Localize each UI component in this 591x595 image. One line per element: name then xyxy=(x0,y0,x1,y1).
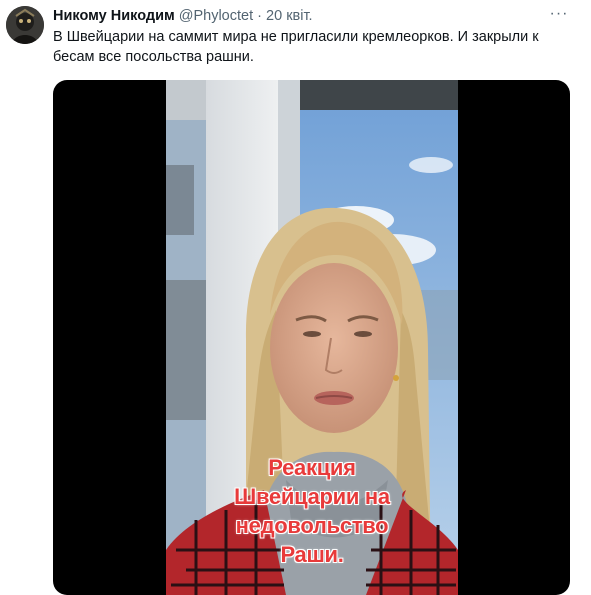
tweet-text: В Швейцарии на саммит мира не пригласили… xyxy=(53,29,539,65)
tweet-header: Никому Никодим @Phyloctet · 20 квіт. xyxy=(53,6,313,26)
separator-dot: · xyxy=(257,8,262,24)
video-player[interactable]: Реакция Швейцарии на недовольство Раши. xyxy=(53,80,570,595)
author-name[interactable]: Никому Никодим xyxy=(53,8,175,24)
video-frame[interactable]: Реакция Швейцарии на недовольство Раши. xyxy=(166,80,458,595)
more-horizontal-icon[interactable]: ··· xyxy=(546,4,572,24)
caption-line: Реакция xyxy=(268,455,356,480)
tweet[interactable]: Никому Никодим @Phyloctet · 20 квіт. ···… xyxy=(0,0,591,595)
author-handle[interactable]: @Phyloctet xyxy=(179,8,253,24)
avatar[interactable] xyxy=(6,6,44,44)
tweet-date[interactable]: 20 квіт. xyxy=(266,8,313,24)
caption-line: недовольство xyxy=(235,513,389,538)
caption-line: Швейцарии на xyxy=(234,484,390,509)
video-caption: Реакция Швейцарии на недовольство Раши. xyxy=(166,453,458,569)
caption-line: Раши. xyxy=(280,542,344,567)
